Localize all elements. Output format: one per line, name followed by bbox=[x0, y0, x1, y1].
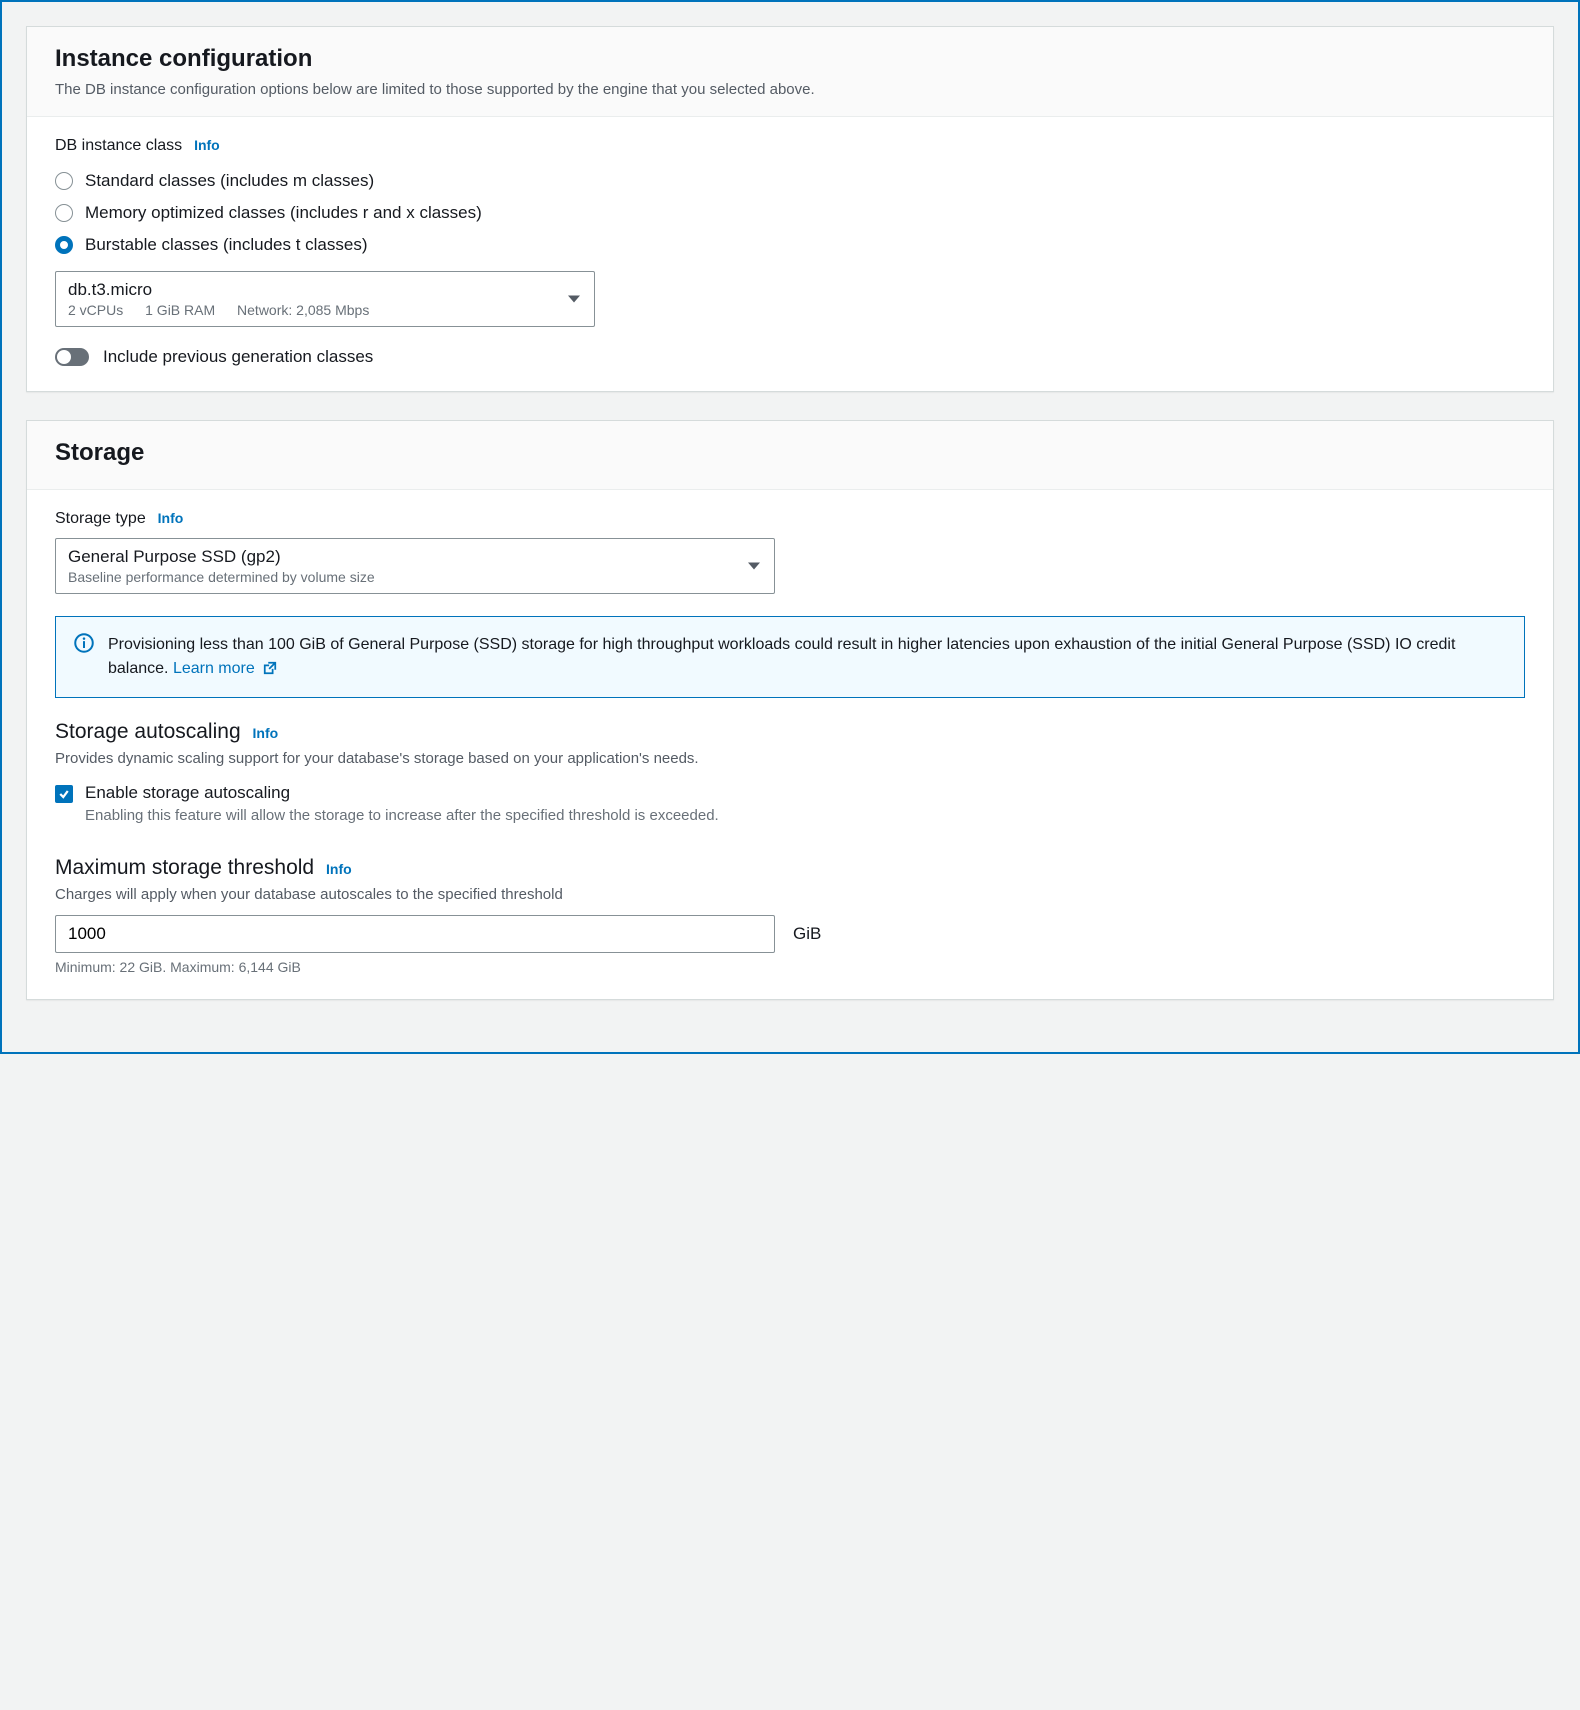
panel-subtitle: The DB instance configuration options be… bbox=[55, 79, 1525, 100]
storage-panel: Storage Storage type Info General Purpos… bbox=[26, 420, 1554, 1000]
select-primary: db.t3.micro bbox=[68, 280, 554, 300]
info-link[interactable]: Info bbox=[253, 725, 279, 741]
ram-value: 1 GiB RAM bbox=[145, 302, 215, 318]
network-value: Network: 2,085 Mbps bbox=[237, 302, 369, 318]
instance-class-radio-group: Standard classes (includes m classes) Me… bbox=[55, 165, 1525, 261]
select-primary: General Purpose SSD (gp2) bbox=[68, 547, 734, 567]
storage-autoscaling-title: Storage autoscaling bbox=[55, 720, 241, 743]
instance-configuration-panel: Instance configuration The DB instance c… bbox=[26, 26, 1554, 392]
radio-memory-optimized-classes[interactable]: Memory optimized classes (includes r and… bbox=[55, 197, 1525, 229]
select-secondary: 2 vCPUs 1 GiB RAM Network: 2,085 Mbps bbox=[68, 302, 554, 318]
info-link[interactable]: Info bbox=[326, 861, 352, 877]
instance-size-select[interactable]: db.t3.micro 2 vCPUs 1 GiB RAM Network: 2… bbox=[55, 271, 595, 327]
toggle-label: Include previous generation classes bbox=[103, 347, 373, 367]
radio-label: Standard classes (includes m classes) bbox=[85, 171, 374, 191]
panel-header: Storage bbox=[27, 421, 1553, 490]
learn-more-link[interactable]: Learn more bbox=[173, 660, 277, 677]
enable-autoscaling-checkbox[interactable] bbox=[55, 785, 73, 803]
radio-label: Burstable classes (includes t classes) bbox=[85, 235, 368, 255]
max-threshold-title: Maximum storage threshold bbox=[55, 856, 314, 879]
storage-autoscaling-desc: Provides dynamic scaling support for you… bbox=[55, 748, 1525, 769]
threshold-hint: Minimum: 22 GiB. Maximum: 6,144 GiB bbox=[55, 959, 1525, 975]
info-link[interactable]: Info bbox=[194, 137, 220, 153]
radio-icon bbox=[55, 172, 73, 190]
panel-title: Instance configuration bbox=[55, 45, 1525, 73]
toggle-knob bbox=[57, 350, 71, 364]
max-threshold-desc: Charges will apply when your database au… bbox=[55, 884, 1525, 905]
db-instance-class-label: DB instance class bbox=[55, 137, 182, 154]
storage-type-label: Storage type bbox=[55, 510, 146, 527]
radio-burstable-classes[interactable]: Burstable classes (includes t classes) bbox=[55, 229, 1525, 261]
radio-icon bbox=[55, 204, 73, 222]
chevron-down-icon bbox=[568, 296, 580, 303]
max-threshold-input[interactable] bbox=[55, 915, 775, 953]
radio-standard-classes[interactable]: Standard classes (includes m classes) bbox=[55, 165, 1525, 197]
alert-text: Provisioning less than 100 GiB of Genera… bbox=[108, 633, 1506, 681]
previous-generation-toggle[interactable] bbox=[55, 348, 89, 366]
info-icon bbox=[74, 633, 94, 653]
checkbox-description: Enabling this feature will allow the sto… bbox=[85, 805, 719, 826]
vcpus-value: 2 vCPUs bbox=[68, 302, 123, 318]
info-link[interactable]: Info bbox=[158, 510, 184, 526]
select-secondary: Baseline performance determined by volum… bbox=[68, 569, 734, 585]
storage-type-select[interactable]: General Purpose SSD (gp2) Baseline perfo… bbox=[55, 538, 775, 594]
panel-title: Storage bbox=[55, 439, 1525, 467]
storage-provisioning-alert: Provisioning less than 100 GiB of Genera… bbox=[55, 616, 1525, 698]
external-link-icon bbox=[263, 661, 277, 675]
alert-message: Provisioning less than 100 GiB of Genera… bbox=[108, 636, 1455, 677]
radio-label: Memory optimized classes (includes r and… bbox=[85, 203, 482, 223]
check-icon bbox=[58, 788, 70, 800]
radio-icon-selected bbox=[55, 236, 73, 254]
chevron-down-icon bbox=[748, 563, 760, 570]
unit-label: GiB bbox=[793, 924, 821, 944]
checkbox-label: Enable storage autoscaling bbox=[85, 783, 719, 803]
panel-header: Instance configuration The DB instance c… bbox=[27, 27, 1553, 117]
